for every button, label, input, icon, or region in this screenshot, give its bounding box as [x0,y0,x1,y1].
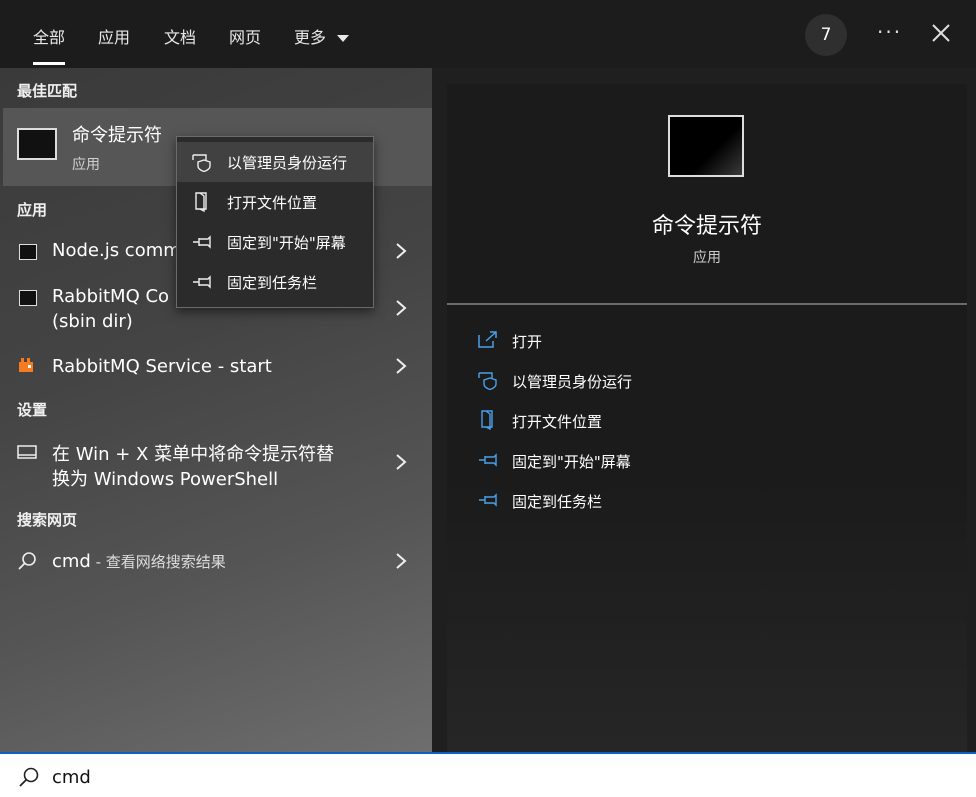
cmd-app-icon [17,128,57,160]
open-icon [478,331,497,348]
action-label: 固定到"开始"屏幕 [512,453,631,471]
action-label: 打开 [512,333,543,351]
settings-item-line1: 在 Win + X 菜单中将命令提示符替 [52,444,335,465]
chevron-right-icon [396,454,407,470]
web-search-label: cmd - 查看网络搜索结果 [52,551,226,572]
chevron-right-icon [396,553,407,569]
preview-title: 命令提示符 [651,214,762,239]
ctx-label: 以管理员身份运行 [227,154,348,172]
monitor-icon [17,445,37,459]
action-open-file-location[interactable]: 打开文件位置 [477,408,777,434]
top-filter-bar: 全部 应用 文档 网页 更多 7 ··· [0,0,976,68]
search-input[interactable] [50,762,854,792]
action-label: 打开文件位置 [512,413,603,431]
action-pin-to-start[interactable]: 固定到"开始"屏幕 [477,448,777,474]
ctx-label: 固定到任务栏 [227,274,318,292]
section-apps: 应用 [17,201,48,219]
ctx-pin-to-start[interactable]: 固定到"开始"屏幕 [177,222,373,262]
app-item-rabbitmq-service[interactable]: RabbitMQ Service - start [0,346,432,386]
action-open[interactable]: 打开 [477,328,777,354]
rabbitmq-icon [19,358,33,372]
shield-icon [192,154,211,172]
pin-icon [193,275,211,289]
action-label: 以管理员身份运行 [512,373,633,391]
close-icon[interactable] [928,20,954,46]
web-search-item[interactable]: cmd - 查看网络搜索结果 [0,541,432,581]
best-match-title: 命令提示符 [72,125,162,146]
tab-apps[interactable]: 应用 [98,24,130,48]
settings-item-powershell[interactable]: 在 Win + X 菜单中将命令提示符替 换为 Windows PowerShe… [0,432,432,492]
ctx-open-file-location[interactable]: 打开文件位置 [177,182,373,222]
app-item-label: RabbitMQ Service - start [52,356,272,377]
cmd-preview-icon [668,115,744,177]
web-search-query: cmd [52,551,91,572]
chevron-right-icon [396,243,407,259]
app-item-label: Node.js comm [52,240,181,261]
context-menu: 以管理员身份运行 打开文件位置 固定到"开始"屏幕 固定到任务栏 [176,136,374,308]
action-run-as-admin[interactable]: 以管理员身份运行 [477,368,777,394]
section-settings: 设置 [17,401,48,419]
tab-all[interactable]: 全部 [33,24,66,65]
shield-icon [478,372,497,390]
ctx-pin-to-taskbar[interactable]: 固定到任务栏 [177,262,373,302]
section-web-search: 搜索网页 [17,511,78,529]
tab-documents[interactable]: 文档 [164,24,196,48]
search-icon [19,767,39,787]
caret-down-icon [337,34,350,42]
badge-count: 7 [820,25,832,45]
ctx-run-as-admin[interactable]: 以管理员身份运行 [177,142,373,182]
section-best-match: 最佳匹配 [17,82,78,100]
action-pin-to-taskbar[interactable]: 固定到任务栏 [477,488,777,514]
rewards-badge[interactable]: 7 [805,14,847,56]
tab-more-label: 更多 [294,28,327,47]
ctx-label: 固定到"开始"屏幕 [227,234,346,252]
web-search-suffix: - 查看网络搜索结果 [90,553,226,571]
pin-icon [193,235,211,249]
console-icon [19,244,37,260]
app-item-label: RabbitMQ Co [52,286,170,307]
preview-divider [447,303,967,305]
search-bar [0,752,976,797]
console-icon [19,290,37,306]
tab-more[interactable]: 更多 [294,24,350,48]
tab-web[interactable]: 网页 [229,24,261,48]
file-location-icon [481,410,493,430]
preview-subtitle: 应用 [693,250,721,266]
pin-icon [479,493,497,507]
settings-item-line2: 换为 Windows PowerShell [52,469,279,490]
search-icon [18,552,36,570]
chevron-right-icon [396,358,407,374]
file-location-icon [195,192,207,212]
chevron-right-icon [396,300,407,316]
ctx-label: 打开文件位置 [227,194,318,212]
more-options-icon[interactable]: ··· [877,20,902,44]
pin-icon [479,453,497,467]
app-item-label-line2: (sbin dir) [52,311,133,332]
best-match-sub: 应用 [72,157,100,173]
action-label: 固定到任务栏 [512,493,603,511]
